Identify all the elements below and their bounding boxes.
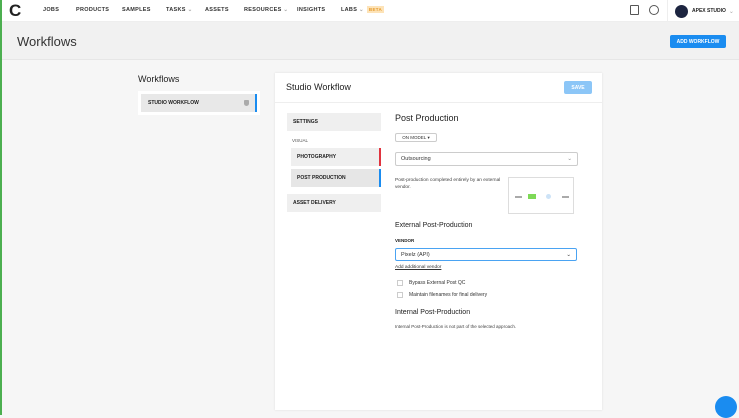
vendor-select[interactable]: Pixelz (API) ⌄ <box>395 248 577 261</box>
avatar <box>675 4 688 18</box>
model-select-value: ON MODEL <box>402 135 427 140</box>
page-header <box>2 22 739 60</box>
vendor-value: Pixelz (API) <box>401 251 430 258</box>
top-nav: C JOBS PRODUCTS SAMPLES TASKS ⌄ ASSETS R… <box>2 0 739 22</box>
chevron-down-icon: ⌄ <box>283 7 289 13</box>
account-name: APEX STUDIO <box>692 8 726 14</box>
chevron-down-icon: ⌄ <box>359 7 364 13</box>
caret-down-icon: ▾ <box>427 134 430 140</box>
beta-badge: BETA <box>366 6 385 13</box>
page-title: Workflows <box>17 34 77 49</box>
workflows-list: STUDIO WORKFLOW <box>138 91 260 115</box>
side-post-production[interactable]: POST PRODUCTION <box>291 169 381 187</box>
nav-labs[interactable]: LABS ⌄ BETA <box>341 6 385 13</box>
checkbox-box <box>397 292 403 298</box>
external-title: External Post-Production <box>395 222 473 229</box>
maintain-filenames-label: Maintain filenames for final delivery <box>409 292 488 298</box>
logo-icon[interactable]: C <box>9 2 23 19</box>
approach-description: Post-production completed entirely by an… <box>395 178 501 190</box>
internal-text: Internal Post-Production is not part of … <box>395 324 517 329</box>
maintain-filenames-checkbox[interactable]: Maintain filenames for final delivery <box>397 292 487 298</box>
visual-group-label: VISUAL <box>292 138 309 143</box>
chevron-down-icon: ⌄ <box>187 7 193 13</box>
side-photography[interactable]: PHOTOGRAPHY <box>291 148 381 166</box>
bypass-qc-checkbox[interactable]: Bypass External Post QC <box>397 280 465 286</box>
account-menu[interactable]: APEX STUDIO ⌄ <box>667 0 739 22</box>
nav-samples[interactable]: SAMPLES <box>122 7 151 13</box>
approach-select[interactable]: Outsourcing ⌄ <box>395 152 578 166</box>
workflow-diagram <box>508 177 574 214</box>
model-select[interactable]: ON MODEL ▾ <box>395 133 437 142</box>
chevron-down-icon: ⌄ <box>728 8 734 15</box>
side-settings[interactable]: SETTINGS <box>287 113 381 131</box>
nav-resources[interactable]: RESOURCES ⌄ <box>244 7 288 13</box>
checkbox-box <box>397 280 403 286</box>
approach-value: Outsourcing <box>401 156 431 162</box>
workflows-list-title: Workflows <box>138 74 180 84</box>
nav-tasks[interactable]: TASKS ⌄ <box>166 7 192 13</box>
report-icon[interactable] <box>630 5 639 15</box>
save-button[interactable]: SAVE <box>564 81 592 94</box>
nav-resources-label: RESOURCES <box>244 7 282 13</box>
chevron-down-icon: ⌄ <box>567 156 572 162</box>
section-title: Post Production <box>395 113 459 123</box>
internal-title: Internal Post-Production <box>395 309 471 316</box>
settings-globe-icon[interactable] <box>649 5 659 15</box>
nav-products[interactable]: PRODUCTS <box>76 7 109 13</box>
shield-icon <box>244 100 249 106</box>
workflow-item-studio[interactable]: STUDIO WORKFLOW <box>141 94 257 112</box>
nav-assets[interactable]: ASSETS <box>205 7 229 13</box>
add-workflow-button[interactable]: ADD WORKFLOW <box>670 35 726 48</box>
nav-labs-label: LABS <box>341 7 358 13</box>
nav-tasks-label: TASKS <box>166 7 186 13</box>
add-vendor-link[interactable]: Add additional vendor <box>395 265 441 270</box>
workflow-item-label: STUDIO WORKFLOW <box>148 100 199 106</box>
workflow-title: Studio Workflow <box>286 82 351 92</box>
chevron-down-icon: ⌄ <box>566 251 571 258</box>
bypass-qc-label: Bypass External Post QC <box>409 280 466 286</box>
editor-header: Studio Workflow SAVE <box>275 73 602 103</box>
workflow-editor: Studio Workflow SAVE SETTINGS VISUAL PHO… <box>275 73 602 410</box>
vendor-label: VENDOR <box>395 238 415 243</box>
nav-insights[interactable]: INSIGHTS <box>297 7 325 13</box>
side-asset-delivery[interactable]: ASSET DELIVERY <box>287 194 381 212</box>
nav-jobs[interactable]: JOBS <box>43 7 59 13</box>
